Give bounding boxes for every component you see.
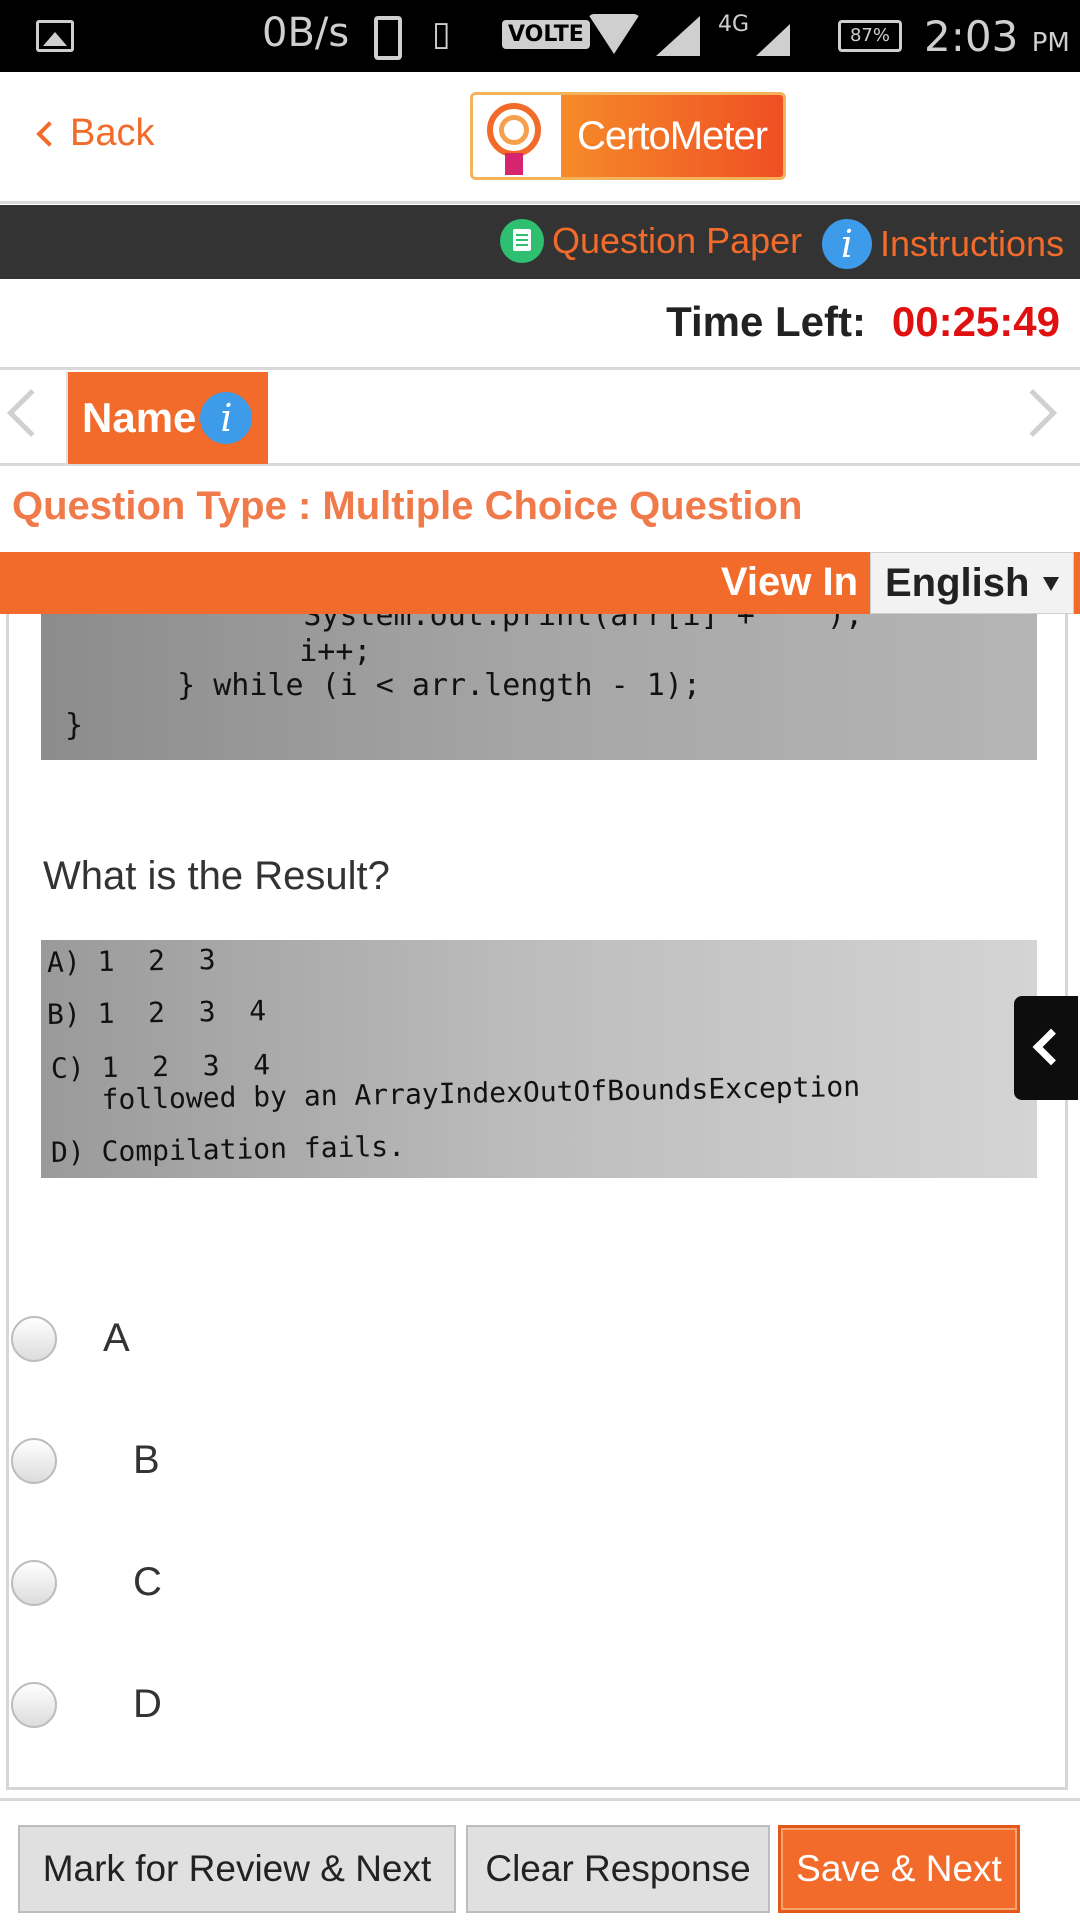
code-line: }: [65, 708, 84, 743]
clear-response-button[interactable]: Clear Response: [466, 1825, 770, 1913]
question-paper-button[interactable]: Question Paper: [500, 219, 802, 263]
view-in-label: View In: [720, 560, 858, 604]
answer-label: C: [133, 1560, 162, 1604]
status-bar: 0B/s ▯ VOLTE 4G 87% 2:03 PM: [0, 0, 1080, 72]
time-left-label: Time Left:: [666, 298, 866, 345]
network-type: 4G: [718, 12, 750, 37]
code-line: } while (i < arr.length - 1);: [141, 668, 701, 703]
volte-badge: VOLTE: [502, 20, 590, 49]
radio-button[interactable]: [11, 1682, 57, 1728]
view-in-bar: View In English: [0, 552, 1080, 614]
phone-icon: [374, 16, 402, 60]
timer-row: Time Left: 00:25:49: [0, 280, 1080, 370]
question-palette-toggle[interactable]: [1014, 996, 1078, 1100]
instructions-button[interactable]: i Instructions: [822, 219, 1064, 269]
chevron-left-icon: [1032, 1028, 1070, 1066]
answer-label: A: [103, 1316, 130, 1360]
clock-ampm: PM: [1031, 28, 1070, 58]
network-speed: 0B/s: [262, 10, 350, 56]
section-tab-name[interactable]: Name i: [68, 372, 268, 464]
wifi-icon: [588, 14, 640, 54]
clock: 2:03 PM: [924, 12, 1070, 61]
logo-text: CertoMeter: [561, 95, 783, 177]
save-next-button[interactable]: Save & Next: [778, 1825, 1020, 1913]
code-line: i++;: [227, 634, 372, 669]
question-paper-label: Question Paper: [552, 220, 803, 261]
signal-icon: [656, 16, 700, 56]
time-left-value: 00:25:49: [891, 298, 1060, 345]
radio-button[interactable]: [11, 1560, 57, 1606]
image-option-line: A) 1 2 3: [46, 943, 216, 979]
clock-time: 2:03: [924, 12, 1019, 61]
caret-down-icon: [1043, 577, 1059, 591]
vibrate-icon: ▯: [432, 14, 451, 54]
language-value: English: [885, 560, 1030, 605]
radio-button[interactable]: [11, 1316, 57, 1362]
footer-actions: Mark for Review & Next Clear Response Sa…: [0, 1798, 1080, 1920]
answer-label: D: [133, 1682, 162, 1726]
certometer-logo: CertoMeter: [470, 92, 786, 180]
chevron-right-icon[interactable]: [1008, 388, 1058, 438]
question-panel[interactable]: System.out.print(arr[i] + " "); i++; } w…: [6, 614, 1068, 1790]
gallery-icon: [36, 20, 74, 52]
exam-toolbar: Question Paper i Instructions: [0, 205, 1080, 279]
battery-icon: 87%: [838, 20, 902, 52]
answer-option-a[interactable]: A: [11, 1304, 130, 1374]
question-prompt: What is the Result?: [43, 854, 390, 898]
section-tabs: Name i: [0, 372, 1080, 466]
answer-option-b[interactable]: B: [11, 1426, 160, 1496]
document-icon: [500, 219, 544, 263]
battery-level: 87%: [849, 25, 890, 46]
back-label: Back: [70, 112, 155, 154]
image-option-line: D) Compilation fails.: [50, 1129, 406, 1169]
question-type: Question Type : Multiple Choice Question: [12, 484, 803, 528]
chevron-left-icon[interactable]: [6, 388, 56, 438]
answer-label: B: [133, 1438, 160, 1482]
target-medal-icon: [473, 95, 561, 177]
answer-option-c[interactable]: C: [11, 1548, 162, 1618]
signal-icon-2: [756, 24, 790, 56]
section-tab-label: Name: [82, 394, 197, 441]
image-option-line: C) 1 2 3 4: [50, 1048, 271, 1085]
back-button[interactable]: Back: [36, 112, 155, 155]
code-line: System.out.print(arr[i] + " ");: [231, 614, 864, 633]
language-select[interactable]: English: [870, 552, 1074, 614]
image-option-line: B) 1 2 3 4: [46, 994, 267, 1031]
info-icon: i: [822, 219, 872, 269]
mark-for-review-next-button[interactable]: Mark for Review & Next: [18, 1825, 456, 1913]
chevron-left-icon: [36, 120, 62, 147]
instructions-label: Instructions: [880, 223, 1065, 264]
code-snippet-image: System.out.print(arr[i] + " "); i++; } w…: [41, 614, 1037, 760]
options-image: A) 1 2 3 B) 1 2 3 4 C) 1 2 3 4 followed …: [41, 940, 1037, 1178]
app-header: Back CertoMeter: [0, 72, 1080, 204]
info-icon[interactable]: i: [200, 392, 253, 444]
radio-button[interactable]: [11, 1438, 57, 1484]
answer-option-d[interactable]: D: [11, 1670, 162, 1740]
